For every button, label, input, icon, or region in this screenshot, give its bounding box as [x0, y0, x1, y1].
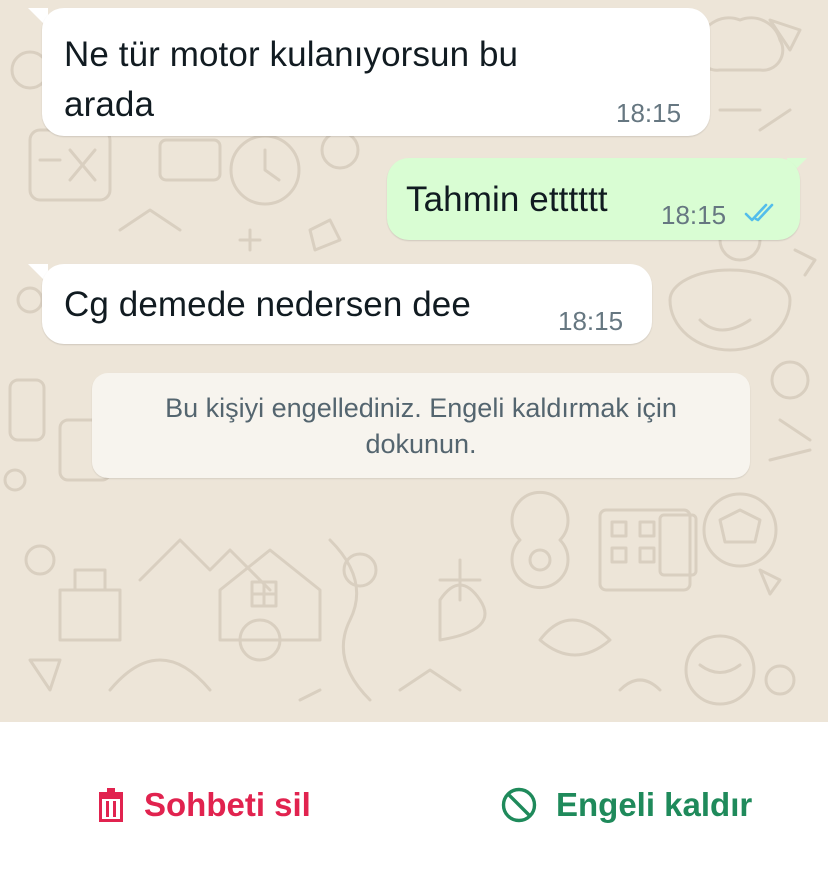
message-time: 18:15 [661, 200, 727, 230]
blocked-contact-notice[interactable]: Bu kişiyi engellediniz. Engeli kaldırmak… [92, 373, 750, 478]
message-time: 18:15 [616, 98, 682, 128]
message-text-line-2: arada [64, 85, 155, 124]
message-text-line-1: Ne tür motor kulanıyorsun bu [64, 35, 519, 74]
message-text: Tahmin etttttt [406, 180, 608, 219]
double-check-read-icon [744, 203, 774, 222]
message-text: Ne tür motor kulanıyorsun bu arada [64, 30, 518, 130]
delete-chat-label: Sohbeti sil [144, 786, 311, 823]
message-bubble-incoming[interactable]: Ne tür motor kulanıyorsun bu arada 18:15 [42, 8, 710, 136]
message-bubble-incoming[interactable]: Cg demede nedersen dee 18:15 [42, 264, 652, 344]
message-text: Cg demede nedersen dee [64, 285, 471, 324]
blocked-actions-bar: Sohbeti sil Engeli kaldır [0, 722, 828, 870]
message-bubble-outgoing[interactable]: Tahmin etttttt 18:15 [387, 158, 800, 240]
unblock-button[interactable]: Engeli kaldır [500, 780, 752, 830]
blocked-notice-line-1: Bu kişiyi engellediniz. Engeli kaldırmak… [165, 393, 677, 423]
block-icon [501, 787, 537, 823]
message-time: 18:15 [558, 306, 624, 336]
chat-area[interactable]: Ne tür motor kulanıyorsun bu arada 18:15… [0, 0, 828, 722]
delete-chat-button[interactable]: Sohbeti sil [96, 780, 311, 830]
unblock-label: Engeli kaldır [556, 786, 753, 823]
blocked-notice-line-2: dokunun. [365, 429, 477, 459]
trash-icon [99, 788, 123, 822]
